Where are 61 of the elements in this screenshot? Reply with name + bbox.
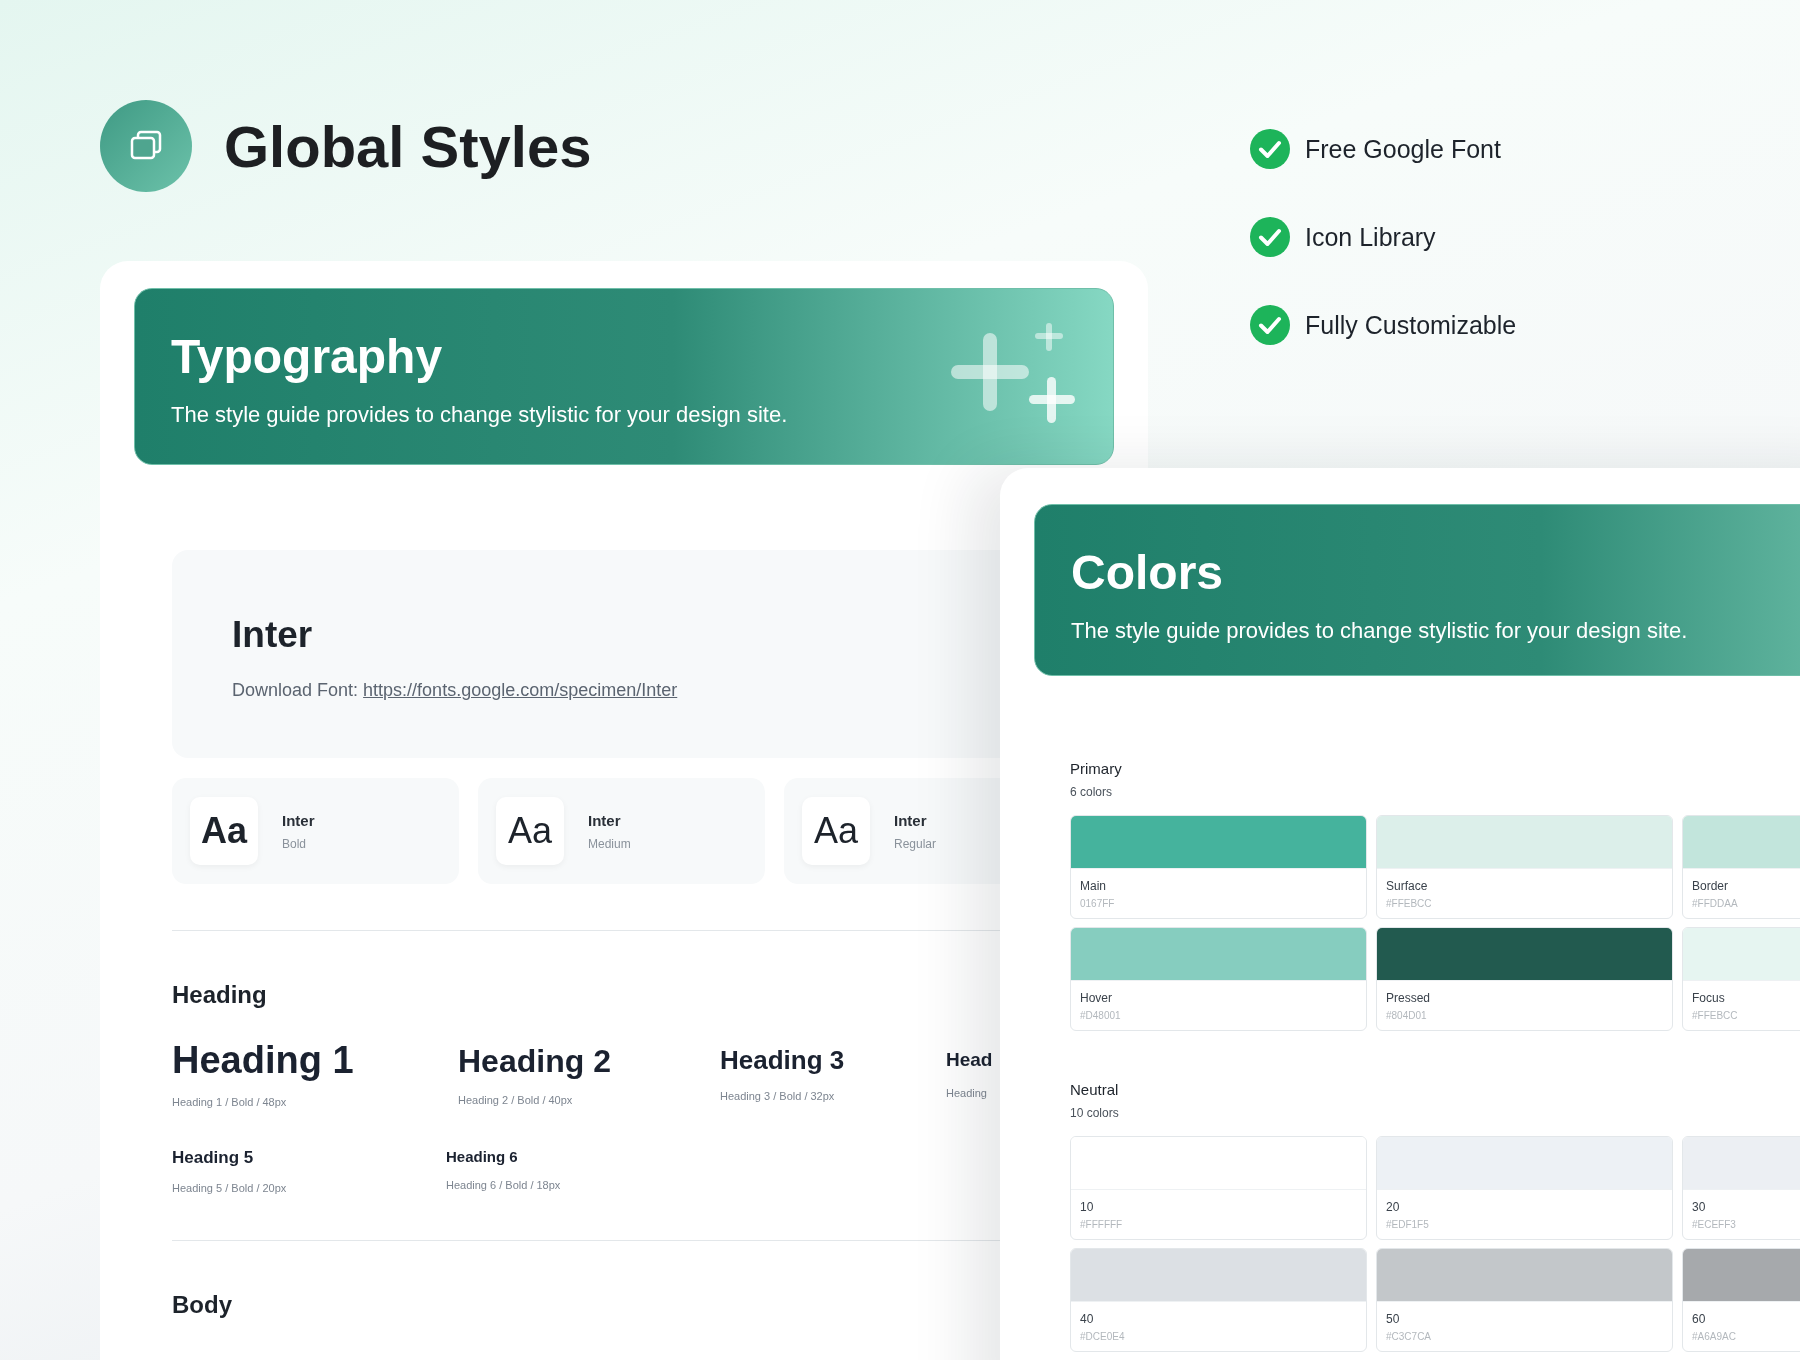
heading-spec: Heading 3 / Bold / 32px bbox=[720, 1090, 836, 1102]
color-name: Pressed bbox=[1386, 991, 1432, 1005]
color-hex: #FFDDAA bbox=[1692, 898, 1739, 909]
font-sample: Aa bbox=[802, 797, 870, 865]
color-hex: #C3C7CA bbox=[1386, 1331, 1433, 1342]
heading-sample: Heading 3 bbox=[720, 1045, 846, 1076]
font-sample: Aa bbox=[190, 797, 258, 865]
color-hex: #DCE0E4 bbox=[1080, 1331, 1126, 1342]
heading-spec: Heading 1 / Bold / 48px bbox=[172, 1096, 288, 1108]
color-name: Main bbox=[1080, 879, 1107, 893]
font-family: Inter bbox=[894, 811, 928, 829]
color-group-title: Primary bbox=[1070, 760, 1123, 777]
color-hex: #EDF1F5 bbox=[1386, 1219, 1430, 1230]
color-name: 10 bbox=[1080, 1200, 1095, 1214]
feature-label: Icon Library bbox=[1305, 222, 1436, 252]
color-hex: #FFEBCC bbox=[1692, 1010, 1739, 1021]
heading-sample: Heading 6 bbox=[446, 1148, 519, 1165]
color-group-title: Neutral bbox=[1070, 1081, 1120, 1098]
color-hex: #D48001 bbox=[1080, 1010, 1122, 1021]
color-count: 6 colors bbox=[1070, 785, 1114, 799]
color-name: Hover bbox=[1080, 991, 1113, 1005]
font-weight-name: Regular bbox=[894, 836, 937, 851]
banner-subtitle: The style guide provides to change stylistic for your design site. bbox=[171, 402, 788, 428]
color-hex: 0167FF bbox=[1080, 898, 1116, 909]
color-name: 50 bbox=[1386, 1312, 1401, 1326]
feature-label: Free Google Font bbox=[1305, 134, 1501, 164]
heading-spec: Heading 2 / Bold / 40px bbox=[458, 1094, 574, 1106]
heading-sample: Head bbox=[946, 1049, 993, 1071]
color-name: Focus bbox=[1692, 991, 1726, 1005]
banner-title: Typography bbox=[171, 329, 443, 384]
color-name: 20 bbox=[1386, 1200, 1401, 1214]
color-name: Surface bbox=[1386, 879, 1429, 893]
banner-subtitle: The style guide provides to change stylistic for your design site. bbox=[1071, 618, 1688, 644]
color-hex: #FFEBCC bbox=[1386, 898, 1433, 909]
color-name: 40 bbox=[1080, 1312, 1095, 1326]
font-family: Inter bbox=[282, 811, 315, 829]
font-link[interactable]: https://fonts.google.com/specimen/Inter bbox=[363, 680, 678, 700]
color-name: 60 bbox=[1692, 1312, 1707, 1326]
banner-title: Colors bbox=[1071, 545, 1223, 600]
page-title: Global Styles bbox=[224, 112, 592, 180]
heading-spec: Heading 6 / Bold / 18px bbox=[446, 1179, 561, 1191]
heading-spec: Heading 5 / Bold / 20px bbox=[172, 1182, 288, 1194]
heading-sample: Heading 1 bbox=[172, 1039, 355, 1082]
color-hex: #804D01 bbox=[1386, 1010, 1428, 1021]
color-hex: #A6A9AC bbox=[1692, 1331, 1737, 1342]
heading-spec: Heading bbox=[946, 1087, 988, 1099]
color-hex: #ECEFF3 bbox=[1692, 1219, 1737, 1230]
color-name: 30 bbox=[1692, 1200, 1707, 1214]
feature-label: Fully Customizable bbox=[1305, 310, 1517, 340]
color-count: 10 colors bbox=[1070, 1106, 1120, 1120]
color-name: Border bbox=[1692, 879, 1730, 893]
font-weight-name: Bold bbox=[282, 836, 308, 851]
section-title: Body bbox=[172, 1291, 232, 1319]
font-name: Inter bbox=[232, 614, 314, 656]
font-family: Inter bbox=[588, 811, 622, 829]
heading-sample: Heading 2 bbox=[458, 1043, 612, 1080]
section-title: Heading bbox=[172, 981, 267, 1009]
font-sample: Aa bbox=[496, 797, 564, 865]
font-weight-name: Medium bbox=[588, 836, 631, 851]
heading-sample: Heading 5 bbox=[172, 1148, 255, 1168]
color-hex: #FFFFFF bbox=[1080, 1219, 1124, 1230]
